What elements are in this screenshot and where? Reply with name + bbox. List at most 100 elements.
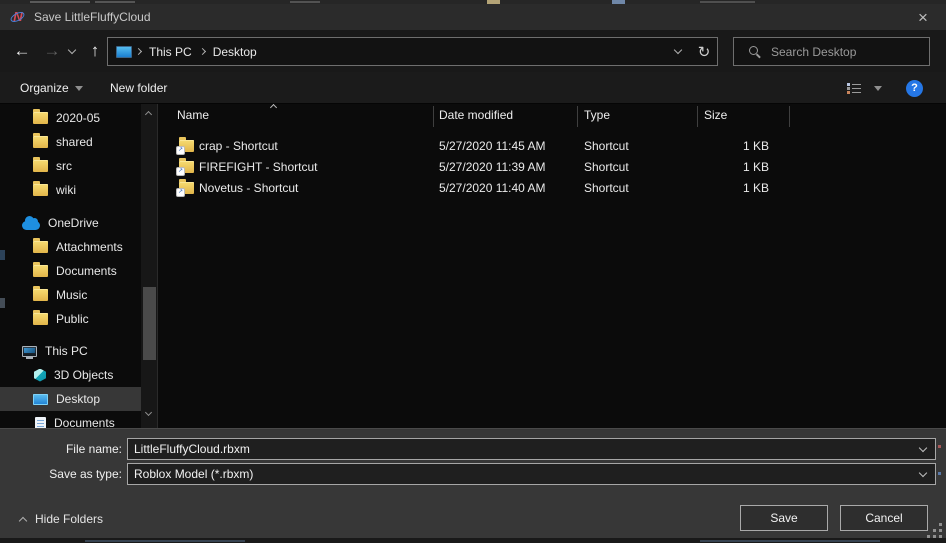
hide-folders-button[interactable]: Hide Folders bbox=[20, 512, 103, 526]
size-cell: 1 KB bbox=[697, 160, 769, 174]
background-artifact bbox=[700, 540, 880, 542]
new-folder-button[interactable]: New folder bbox=[110, 72, 167, 104]
sidebar-item-this-pc[interactable]: This PC bbox=[0, 339, 141, 363]
scroll-down-icon[interactable] bbox=[145, 409, 152, 416]
resize-grip[interactable] bbox=[927, 523, 942, 538]
edge-artifact bbox=[938, 445, 941, 448]
file-row[interactable]: Novetus - Shortcut5/27/2020 11:40 AMShor… bbox=[159, 178, 946, 199]
doc-icon bbox=[35, 417, 46, 429]
file-name-label: File name: bbox=[0, 442, 122, 456]
view-options-button[interactable] bbox=[874, 72, 882, 104]
file-row[interactable]: crap - Shortcut5/27/2020 11:45 AMShortcu… bbox=[159, 136, 946, 157]
save-button[interactable]: Save bbox=[740, 505, 828, 531]
type-cell: Shortcut bbox=[584, 181, 629, 195]
column-separator[interactable] bbox=[789, 106, 790, 127]
chevron-down-icon bbox=[68, 45, 76, 53]
column-header-date-modified[interactable]: Date modified bbox=[439, 108, 513, 122]
sidebar-item-3d-objects[interactable]: 3D Objects bbox=[0, 363, 141, 387]
address-bar[interactable]: This PC Desktop ↻ bbox=[107, 37, 718, 66]
column-headers: Name Date modified Type Size bbox=[159, 104, 946, 128]
details-view-icon bbox=[847, 82, 862, 95]
folder-icon bbox=[33, 289, 48, 301]
file-row[interactable]: FIREFIGHT - Shortcut5/27/2020 11:39 AMSh… bbox=[159, 157, 946, 178]
sidebar-item-label: wiki bbox=[56, 183, 76, 197]
background-window-sliver bbox=[0, 538, 946, 543]
chevron-down-icon[interactable] bbox=[919, 469, 927, 477]
back-button[interactable]: ← bbox=[8, 30, 36, 72]
sidebar-item-shared[interactable]: shared bbox=[0, 130, 141, 154]
column-header-name[interactable]: Name bbox=[177, 108, 209, 122]
column-separator[interactable] bbox=[577, 106, 578, 127]
sidebar-item-src[interactable]: src bbox=[0, 154, 141, 178]
sidebar-item-label: shared bbox=[56, 135, 93, 149]
chevron-up-icon bbox=[19, 516, 27, 524]
close-button[interactable]: × bbox=[906, 4, 940, 30]
sidebar-item-label: OneDrive bbox=[48, 216, 99, 230]
sidebar-item-label: src bbox=[56, 159, 72, 173]
folder-icon bbox=[33, 136, 48, 148]
sidebar-scrollbar[interactable] bbox=[141, 104, 158, 428]
folder-icon bbox=[33, 184, 48, 196]
breadcrumb-separator-icon bbox=[135, 48, 142, 55]
breadcrumb-desktop[interactable]: Desktop bbox=[209, 45, 261, 59]
sidebar-item-onedrive[interactable]: OneDrive bbox=[0, 211, 141, 235]
forward-button[interactable]: → bbox=[38, 30, 66, 72]
scrollbar-thumb[interactable] bbox=[143, 287, 156, 360]
sidebar-item-wiki[interactable]: wiki bbox=[0, 178, 141, 202]
sidebar-item-label: 2020-05 bbox=[56, 111, 100, 125]
edge-artifact bbox=[0, 250, 5, 260]
this-pc-icon bbox=[116, 46, 132, 58]
sidebar-item-desktop[interactable]: Desktop bbox=[0, 387, 141, 411]
cancel-button[interactable]: Cancel bbox=[840, 505, 928, 531]
pc-icon bbox=[22, 346, 37, 357]
dropdown-triangle-icon bbox=[874, 86, 882, 91]
sidebar-item-documents[interactable]: Documents bbox=[0, 259, 141, 283]
column-separator[interactable] bbox=[697, 106, 698, 127]
address-dropdown-button[interactable] bbox=[665, 38, 691, 65]
column-header-type[interactable]: Type bbox=[584, 108, 610, 122]
chevron-down-icon[interactable] bbox=[919, 444, 927, 452]
file-name-combobox[interactable] bbox=[127, 438, 936, 460]
help-button[interactable]: ? bbox=[906, 72, 923, 104]
edge-artifact bbox=[938, 472, 941, 475]
size-cell: 1 KB bbox=[697, 181, 769, 195]
organize-button[interactable]: Organize bbox=[20, 72, 83, 104]
shortcut-folder-icon bbox=[179, 182, 194, 194]
sidebar-item-attachments[interactable]: Attachments bbox=[0, 235, 141, 259]
column-separator[interactable] bbox=[433, 106, 434, 127]
change-view-button[interactable] bbox=[847, 72, 862, 104]
scroll-up-icon[interactable] bbox=[145, 111, 152, 118]
save-as-type-label: Save as type: bbox=[0, 467, 122, 481]
breadcrumb-separator-icon bbox=[199, 48, 206, 55]
refresh-button[interactable]: ↻ bbox=[691, 38, 717, 65]
type-cell: Shortcut bbox=[584, 139, 629, 153]
sidebar-item-label: This PC bbox=[45, 344, 88, 358]
file-name-cell: crap - Shortcut bbox=[199, 139, 278, 153]
shortcut-folder-icon bbox=[179, 140, 194, 152]
title-bar: N Save LittleFluffyCloud × bbox=[0, 4, 946, 30]
sidebar-item-label: 3D Objects bbox=[54, 368, 113, 382]
search-input[interactable] bbox=[771, 45, 929, 59]
file-name-cell: Novetus - Shortcut bbox=[199, 181, 298, 195]
save-as-type-combobox[interactable]: Roblox Model (*.rbxm) bbox=[127, 463, 936, 485]
file-name-input[interactable] bbox=[128, 442, 920, 456]
search-box[interactable] bbox=[733, 37, 930, 66]
sidebar-item-public[interactable]: Public bbox=[0, 307, 141, 331]
up-button[interactable]: ↑ bbox=[82, 30, 108, 72]
sidebar-item-documents[interactable]: Documents bbox=[0, 411, 141, 428]
command-toolbar: Organize New folder ? bbox=[0, 72, 946, 104]
folder-icon bbox=[33, 160, 48, 172]
column-header-size[interactable]: Size bbox=[704, 108, 727, 122]
sidebar-item-2020-05[interactable]: 2020-05 bbox=[0, 106, 141, 130]
file-name-cell: FIREFIGHT - Shortcut bbox=[199, 160, 317, 174]
organize-label: Organize bbox=[20, 81, 69, 95]
file-list: Name Date modified Type Size crap - Shor… bbox=[159, 104, 946, 428]
navigation-bar: ← → ↑ This PC Desktop ↻ bbox=[0, 30, 946, 72]
sidebar-item-music[interactable]: Music bbox=[0, 283, 141, 307]
sidebar-list: 2020-05 shared src wiki OneDrive Attachments D… bbox=[0, 106, 141, 428]
file-name-row: File name: bbox=[0, 438, 946, 460]
breadcrumb-this-pc[interactable]: This PC bbox=[145, 45, 196, 59]
recent-locations-button[interactable] bbox=[64, 30, 80, 72]
background-artifact bbox=[290, 1, 320, 3]
sidebar-item-label: Documents bbox=[56, 264, 117, 278]
